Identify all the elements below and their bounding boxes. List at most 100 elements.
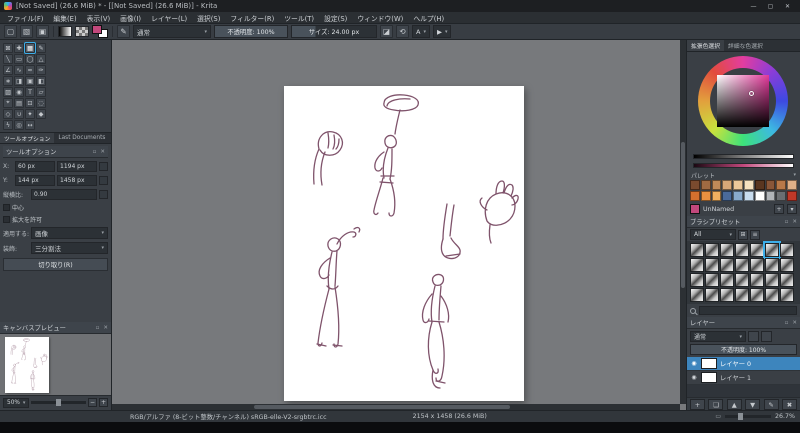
save-document-button[interactable]: ▣ [36,25,49,38]
tool-option-dropdown[interactable]: ▶ ▾ [432,25,452,38]
brush-preset[interactable] [705,288,719,302]
layer-list-empty-area[interactable] [687,385,800,397]
menu-item[interactable]: 表示(V) [82,12,116,23]
tool-measure[interactable]: ▱ [36,87,46,97]
palette-swatch[interactable] [690,191,700,201]
brush-preset[interactable] [765,288,779,302]
menu-item[interactable]: レイヤー(L) [146,12,192,23]
canvas-area[interactable] [112,40,686,410]
lock-width-icon[interactable] [99,162,108,171]
brush-editor-toggle[interactable]: ✎ [117,25,130,38]
menu-item[interactable]: 編集(E) [48,12,81,23]
filter-layers-icon[interactable] [748,331,759,342]
layer-row-レイヤー-1[interactable]: ◉ レイヤー 1 [687,371,800,385]
brush-size-slider[interactable]: サイズ: 24.00 px [291,25,377,38]
tool-elliptical-select[interactable]: ◌ [36,98,46,108]
tool-freehand-path[interactable]: ≈ [25,65,35,75]
palette-swatch[interactable] [787,191,797,201]
brush-preset[interactable] [750,288,764,302]
tool-enclose-fill[interactable]: ▣ [25,76,35,86]
scrollbar-thumb[interactable] [681,141,685,288]
tool-pattern-edit[interactable]: ▨ [3,87,13,97]
brush-preset[interactable] [750,243,764,257]
overview-thumbnail[interactable] [0,334,111,396]
menu-item[interactable]: 設定(S) [319,12,352,23]
slider-thumb[interactable] [737,413,743,420]
zoom-in-button[interactable]: + [99,398,108,407]
applies-to-dropdown[interactable]: 画像 ▾ [31,227,108,239]
tool-bezier-select[interactable]: ◆ [36,109,46,119]
crop-x-input[interactable]: 60 px [15,161,55,172]
crop-width-input[interactable]: 1194 px [57,161,97,172]
palette-swatch[interactable] [776,191,787,201]
tool-fill[interactable]: ◨ [14,76,24,86]
current-color-swatch[interactable] [690,204,700,214]
center-checkbox[interactable] [3,204,10,211]
lightness-strip[interactable] [693,154,794,159]
tool-assistants[interactable]: ⌖ [3,98,13,108]
tab-specific-color-selector[interactable]: 詳細な色選択 [724,40,767,51]
menu-item[interactable]: ツール(T) [279,12,319,23]
tool-reference-images[interactable]: ▤ [14,98,24,108]
close-docker-icon[interactable]: ✕ [103,325,108,331]
brush-preset[interactable] [780,258,794,272]
brush-search-input[interactable] [699,306,797,315]
tool-zoom[interactable]: ◎ [14,120,24,130]
zoom-out-button[interactable]: − [88,398,97,407]
tool-pan[interactable]: ↔ [25,120,35,130]
brush-preset[interactable] [690,243,704,257]
tab-tool-options[interactable]: ツールオプション [0,133,55,143]
layer-blending-mode-dropdown[interactable]: 通常 ▾ [690,331,746,342]
brush-preset[interactable] [690,288,704,302]
layer-button-add[interactable]: + [690,399,705,410]
tool-color-picker[interactable]: ◉ [14,87,24,97]
brush-preset[interactable] [765,258,779,272]
opacity-slider[interactable]: 不透明度: 100% [214,25,288,38]
tool-bezier-curve[interactable]: ∿ [14,65,24,75]
float-docker-icon[interactable]: ▫ [785,219,789,225]
brush-preset[interactable] [720,288,734,302]
shade-strip[interactable] [693,163,794,168]
crop-height-input[interactable]: 1458 px [57,175,97,186]
brush-preset[interactable] [763,241,781,259]
palette-swatch[interactable] [754,180,765,190]
brush-preset[interactable] [690,273,704,287]
ratio-input[interactable]: 0.90 [31,189,97,200]
layer-button-move-down[interactable]: ▼ [745,399,761,410]
tool-crop[interactable]: ▦ [24,42,36,54]
float-docker-icon[interactable]: ▫ [785,320,789,326]
palette-swatch[interactable] [765,180,776,190]
close-docker-icon[interactable]: ✕ [792,219,797,225]
brush-preset[interactable] [705,243,719,257]
minimize-button[interactable]: — [745,0,762,12]
foreground-color-swatch[interactable] [92,25,102,34]
brush-preset[interactable] [750,273,764,287]
blending-mode-dropdown[interactable]: 通常 ▾ [133,25,211,38]
palette-swatch[interactable] [690,180,700,190]
decoration-dropdown[interactable]: 三分割法 ▾ [31,242,108,254]
layer-button-duplicate[interactable]: ❏ [708,399,724,410]
palette-swatch[interactable] [722,191,733,201]
lock-height-icon[interactable] [99,176,108,185]
reload-preset-button[interactable]: ⟲ [396,25,409,38]
float-docker-icon[interactable]: ▫ [93,149,97,155]
canvas-page[interactable] [284,86,524,401]
brush-preset[interactable] [705,273,719,287]
close-docker-icon[interactable]: ✕ [100,149,105,155]
palette-swatch[interactable] [765,191,776,201]
gradient-chooser[interactable] [58,26,72,37]
layer-options-icon[interactable] [761,331,772,342]
tab-advanced-color-selector[interactable]: 拡張色選択 [687,40,724,51]
menu-item[interactable]: ウィンドウ(W) [352,12,408,23]
close-button[interactable]: ✕ [779,0,796,12]
tool-dynamic-brush[interactable]: ✑ [36,65,46,75]
tool-magnetic-select[interactable]: ϟ [3,120,13,130]
menu-item[interactable]: ファイル(F) [2,12,48,23]
brush-preset[interactable] [780,288,794,302]
crop-y-input[interactable]: 144 px [15,175,55,186]
close-docker-icon[interactable]: ✕ [792,320,797,326]
grow-checkbox[interactable] [3,216,10,223]
menu-item[interactable]: 選択(S) [192,12,225,23]
slider-thumb[interactable] [55,399,61,406]
menu-item[interactable]: ヘルプ(H) [408,12,449,23]
